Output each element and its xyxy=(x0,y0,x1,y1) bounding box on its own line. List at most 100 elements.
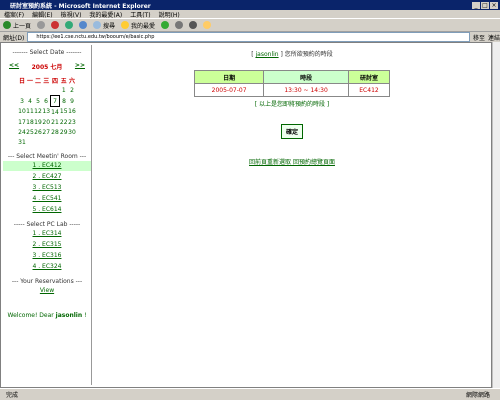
calendar-day-5[interactable]: 5 xyxy=(34,96,42,107)
calendar-day-23[interactable]: 23 xyxy=(68,117,76,127)
room-item-ec541[interactable]: 4 . EC541 xyxy=(3,194,91,204)
select-pclab-heading: ----- Select PC Lab ----- xyxy=(13,221,81,228)
calendar-day-28[interactable]: 28 xyxy=(51,127,60,137)
calendar-day-17[interactable]: 17 xyxy=(18,117,26,127)
header-room: 研討室 xyxy=(347,70,391,84)
calendar-day-10[interactable]: 10 xyxy=(18,107,26,118)
folder-icon[interactable] xyxy=(203,21,212,29)
calendar-empty-cell xyxy=(42,85,51,96)
history-icon[interactable] xyxy=(161,21,170,29)
calendar-day-1[interactable]: 1 xyxy=(60,85,69,96)
calendar-week: 24 25 26 27 28 29 30 xyxy=(18,127,76,137)
room-item-ec412[interactable]: 1 . EC412 xyxy=(3,161,91,171)
address-bar: 網址(D) https://ee1.cse.nctu.edu.tw/booum/… xyxy=(0,32,500,42)
calendar-day-9[interactable]: 9 xyxy=(68,96,76,107)
calendar-day-26[interactable]: 26 xyxy=(34,127,42,137)
calendar-week: 3456789 xyxy=(18,95,76,107)
refresh-icon[interactable] xyxy=(65,21,74,29)
menu-file[interactable]: 檔案(F) xyxy=(4,10,24,19)
welcome-text: Welcome! Dear xyxy=(7,312,54,319)
select-room-heading: --- Select Meetin' Room --- xyxy=(7,153,87,160)
stop-icon[interactable] xyxy=(51,21,60,29)
home-icon[interactable] xyxy=(79,21,88,29)
calendar-empty-cell xyxy=(18,85,26,96)
calendar-day-11[interactable]: 11 xyxy=(26,107,34,118)
menu-favorites[interactable]: 我的最愛(A) xyxy=(89,10,122,19)
weekday-thu: 四 xyxy=(51,77,58,85)
search-icon xyxy=(93,21,102,29)
calendar-day-2[interactable]: 2 xyxy=(68,85,76,96)
calendar-day-21[interactable]: 21 xyxy=(51,117,60,127)
minimize-button[interactable]: _ xyxy=(472,1,480,9)
favorites-button[interactable]: 我的最愛 xyxy=(121,21,155,30)
close-button[interactable]: × xyxy=(490,1,498,9)
calendar-day-30[interactable]: 30 xyxy=(68,127,76,137)
calendar-day-7[interactable]: 7 xyxy=(50,95,60,107)
pclab-item-ec315[interactable]: 2 . EC315 xyxy=(3,240,91,250)
calendar-day-19[interactable]: 19 xyxy=(34,117,42,127)
links-button[interactable]: 連結 xyxy=(488,33,500,42)
calendar-day-27[interactable]: 27 xyxy=(42,127,51,137)
room-item-ec427[interactable]: 2 . EC427 xyxy=(3,172,91,182)
browser-window: 研討室預約系統 - Microsoft Internet Explorer _ … xyxy=(0,0,500,400)
calendar-day-25[interactable]: 25 xyxy=(26,127,34,137)
calendar-day-12[interactable]: 12 xyxy=(34,107,42,118)
main-panel: [ jasonlin ] 您所欲預約的時段 日期 時段 研討室 2005-07-… xyxy=(93,45,491,385)
calendar-day-4[interactable]: 4 xyxy=(26,96,34,107)
calendar-empty-cell xyxy=(34,85,42,96)
calendar-day-22[interactable]: 22 xyxy=(60,117,69,127)
calendar-day-15[interactable]: 15 xyxy=(60,107,69,118)
calendar-day-14[interactable]: 14 xyxy=(51,107,60,118)
calendar-day-3[interactable]: 3 xyxy=(18,96,26,107)
back-links[interactable]: 回前頁重新選取 回預約總覽頁面 xyxy=(93,157,491,166)
welcome-end: ! xyxy=(84,312,87,319)
reservation-heading: [ jasonlin ] 您所欲預約的時段 xyxy=(93,49,491,58)
calendar-day-24[interactable]: 24 xyxy=(18,127,26,137)
calendar-day-16[interactable]: 16 xyxy=(68,107,76,118)
menu-help[interactable]: 說明(H) xyxy=(159,10,180,19)
go-button[interactable]: 移至 xyxy=(473,33,485,42)
calendar-week: 31 xyxy=(18,137,76,147)
calendar-day-13[interactable]: 13 xyxy=(42,107,51,118)
back-button[interactable]: 上一頁 xyxy=(3,21,31,30)
calendar-day-8[interactable]: 8 xyxy=(60,96,69,107)
weekday-wed: 三 xyxy=(43,77,50,85)
calendar-empty-cell xyxy=(42,137,51,147)
star-icon xyxy=(121,21,130,29)
calendar-day-6[interactable]: 6 xyxy=(42,96,51,107)
cell-time: 13:30 ~ 14:30 xyxy=(263,83,349,97)
favorites-label: 我的最愛 xyxy=(131,22,156,30)
menu-edit[interactable]: 編輯(E) xyxy=(32,10,52,19)
heading-bracket: [ xyxy=(251,51,254,58)
menu-tools[interactable]: 工具(T) xyxy=(130,10,150,19)
menu-view[interactable]: 檢視(V) xyxy=(61,10,82,19)
weekday-sat: 六 xyxy=(68,77,75,85)
mail-icon[interactable] xyxy=(175,21,184,29)
calendar-day-31[interactable]: 31 xyxy=(18,137,26,147)
address-input[interactable]: https://ee1.cse.nctu.edu.tw/booum/e/basi… xyxy=(27,32,470,42)
status-text: 完成 xyxy=(6,392,19,399)
maximize-button[interactable]: □ xyxy=(481,1,489,9)
view-reservations-link[interactable]: View xyxy=(3,286,91,296)
toolbar: 上一頁 搜尋 我的最愛 xyxy=(0,19,500,32)
prev-month-link[interactable]: << xyxy=(9,62,19,71)
welcome-message: Welcome! Dear jasonlin ! xyxy=(3,312,91,319)
calendar-empty-cell xyxy=(26,85,34,96)
calendar-day-18[interactable]: 18 xyxy=(26,117,34,127)
calendar-day-29[interactable]: 29 xyxy=(60,127,69,137)
forward-arrow-icon[interactable] xyxy=(37,21,46,29)
vertical-scrollbar[interactable] xyxy=(492,42,500,388)
pclab-item-ec316[interactable]: 3 . EC316 xyxy=(3,251,91,261)
next-month-link[interactable]: >> xyxy=(75,62,85,71)
room-item-ec513[interactable]: 3 . EC513 xyxy=(3,183,91,193)
room-item-ec614[interactable]: 5 . EC614 xyxy=(3,205,91,215)
search-button[interactable]: 搜尋 xyxy=(93,21,115,30)
calendar-empty-cell xyxy=(26,137,34,147)
calendar-day-20[interactable]: 20 xyxy=(42,117,51,127)
confirm-button[interactable]: 確定 xyxy=(280,124,303,139)
pclab-item-ec324[interactable]: 4 . EC324 xyxy=(3,262,91,272)
print-icon[interactable] xyxy=(189,21,198,29)
reservation-table: 日期 時段 研討室 2005-07-07 13:30 ~ 14:30 EC412 xyxy=(193,70,391,97)
select-date-heading: ------- Select Date ------- xyxy=(12,49,82,56)
pclab-item-ec314[interactable]: 1 . EC314 xyxy=(3,229,91,239)
